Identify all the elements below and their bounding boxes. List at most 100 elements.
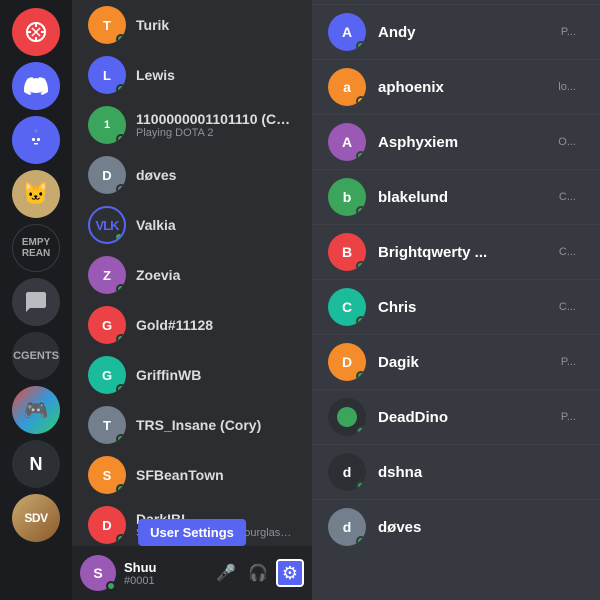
main-content: A Andy P... a aphoenix lo... A Asphyxiem…: [312, 0, 600, 600]
right-avatar-asphyxiem: A: [328, 123, 366, 161]
friend-avatar-trs: T: [88, 406, 126, 444]
friend-avatar-turik: T: [88, 6, 126, 44]
friend-item-sf[interactable]: S SFBeanTown: [80, 450, 304, 500]
server-icon-n[interactable]: N: [12, 440, 60, 488]
friend-avatar-dark: D: [88, 506, 126, 544]
right-friend-dshna[interactable]: d dshna: [312, 444, 600, 499]
friend-avatar-gold: G: [88, 306, 126, 344]
settings-button[interactable]: ⚙: [276, 559, 304, 587]
headset-button[interactable]: 🎧: [244, 559, 272, 587]
server-letter-n: N: [30, 454, 43, 475]
right-friend-dagik[interactable]: D Dagik P...: [312, 334, 600, 389]
server-icon-chat[interactable]: [12, 278, 60, 326]
status-dot-sf: [116, 484, 126, 494]
friend-name-doves: døves: [136, 167, 296, 183]
status-dot-doves: [116, 184, 126, 194]
right-friend-andy[interactable]: A Andy P...: [312, 4, 600, 59]
right-name-dshna: dshna: [378, 464, 576, 481]
mic-button[interactable]: 🎤: [212, 559, 240, 587]
status-dot-dark: [116, 534, 126, 544]
mic-icon: 🎤: [216, 563, 236, 583]
right-status-dot-doves-r: [356, 536, 366, 546]
right-friend-doves-r[interactable]: d døves: [312, 499, 600, 554]
right-avatar-dagik: D: [328, 343, 366, 381]
friend-item-griffin[interactable]: G GriffinWB: [80, 350, 304, 400]
status-dot-griffin: [116, 384, 126, 394]
friend-name-zoevia: Zoevia: [136, 267, 296, 283]
right-avatar-andy: A: [328, 13, 366, 51]
server-icon-game[interactable]: 🎮: [12, 386, 60, 434]
friend-info-doves: døves: [136, 167, 296, 183]
status-dot-trs: [116, 434, 126, 444]
right-name-andy: Andy: [378, 24, 561, 41]
server-icon-empyrean[interactable]: EMPYREAN: [12, 224, 60, 272]
user-name: Shuu: [124, 560, 204, 575]
right-avatar-aphoenix: a: [328, 68, 366, 106]
friend-item-zoevia[interactable]: Z Zoevia: [80, 250, 304, 300]
status-dot-lewis: [116, 84, 126, 94]
user-panel-info: Shuu #0001: [124, 560, 204, 587]
right-status-dot-aphoenix: [356, 96, 366, 106]
right-status-dot-brightqwerty: [356, 261, 366, 271]
right-friend-asphyxiem[interactable]: A Asphyxiem O...: [312, 114, 600, 169]
user-panel-avatar: S: [80, 555, 116, 591]
headset-icon: 🎧: [248, 563, 268, 583]
friend-list: T Turik L Lewis 1 1100000001101110 (CO..…: [72, 0, 312, 546]
friend-item-lewis[interactable]: L Lewis: [80, 50, 304, 100]
right-status-asphyxiem: O...: [558, 136, 576, 148]
friend-avatar-dota: 1: [88, 106, 126, 144]
friend-info-griffin: GriffinWB: [136, 367, 296, 383]
server-sidebar: 🐱 EMPYREAN CGENTS 🎮 N SDV: [0, 0, 72, 600]
server-icon-cat[interactable]: 🐱: [12, 170, 60, 218]
server-icon-sdv[interactable]: SDV: [12, 494, 60, 542]
right-friend-blakelund[interactable]: b blakelund C...: [312, 169, 600, 224]
right-avatar-deaddino: [328, 398, 366, 436]
friend-item-valkia[interactable]: VLK Valkia: [80, 200, 304, 250]
friend-item-dota[interactable]: 1 1100000001101110 (CO... Playing DOTA 2: [80, 100, 304, 150]
friend-info-valkia: Valkia: [136, 217, 296, 233]
status-dot-gold: [116, 334, 126, 344]
right-name-chris: Chris: [378, 299, 559, 316]
right-status-dagik: P...: [561, 356, 576, 368]
status-dot-zoevia: [116, 284, 126, 294]
server-icon-cogents[interactable]: CGENTS: [12, 332, 60, 380]
right-status-dot-deaddino: [356, 426, 366, 436]
right-status-aphoenix: lo...: [558, 81, 576, 93]
right-friend-brightqwerty[interactable]: B Brightqwerty ... C...: [312, 224, 600, 279]
friend-item-turik[interactable]: T Turik: [80, 0, 304, 50]
friend-avatar-lewis: L: [88, 56, 126, 94]
friend-name-valkia: Valkia: [136, 217, 296, 233]
status-dot-valkia: [114, 232, 124, 242]
right-avatar-chris: C: [328, 288, 366, 326]
friend-item-gold[interactable]: G Gold#11128: [80, 300, 304, 350]
friend-info-dota: 1100000001101110 (CO... Playing DOTA 2: [136, 111, 296, 139]
user-panel: User Settings S Shuu #0001 🎤 🎧 ⚙: [72, 546, 312, 600]
right-name-blakelund: blakelund: [378, 189, 559, 206]
user-status-dot: [106, 581, 116, 591]
right-name-dagik: Dagik: [378, 354, 561, 371]
friend-name-gold: Gold#11128: [136, 317, 296, 333]
friend-info-gold: Gold#11128: [136, 317, 296, 333]
right-avatar-brightqwerty: B: [328, 233, 366, 271]
right-status-dot-dagik: [356, 371, 366, 381]
right-friend-list: A Andy P... a aphoenix lo... A Asphyxiem…: [312, 0, 600, 600]
server-icon-robot[interactable]: [12, 116, 60, 164]
right-status-dot-asphyxiem: [356, 151, 366, 161]
server-icon-crosshair[interactable]: [12, 8, 60, 56]
right-status-blakelund: C...: [559, 191, 576, 203]
friend-name-turik: Turik: [136, 17, 296, 33]
user-settings-tooltip: User Settings: [138, 519, 246, 546]
channel-sidebar: T Turik L Lewis 1 1100000001101110 (CO..…: [72, 0, 312, 600]
right-friend-aphoenix[interactable]: a aphoenix lo...: [312, 59, 600, 114]
right-status-dot-andy: [356, 41, 366, 51]
friend-item-doves[interactable]: D døves: [80, 150, 304, 200]
right-status-chris: C...: [559, 301, 576, 313]
right-friend-deaddino[interactable]: DeadDino P...: [312, 389, 600, 444]
right-name-aphoenix: aphoenix: [378, 79, 558, 96]
friend-item-trs[interactable]: T TRS_Insane (Cory): [80, 400, 304, 450]
server-icon-discord[interactable]: [12, 62, 60, 110]
right-friend-chris[interactable]: C Chris C...: [312, 279, 600, 334]
right-status-dot-chris: [356, 316, 366, 326]
friend-avatar-zoevia: Z: [88, 256, 126, 294]
friend-name-griffin: GriffinWB: [136, 367, 296, 383]
